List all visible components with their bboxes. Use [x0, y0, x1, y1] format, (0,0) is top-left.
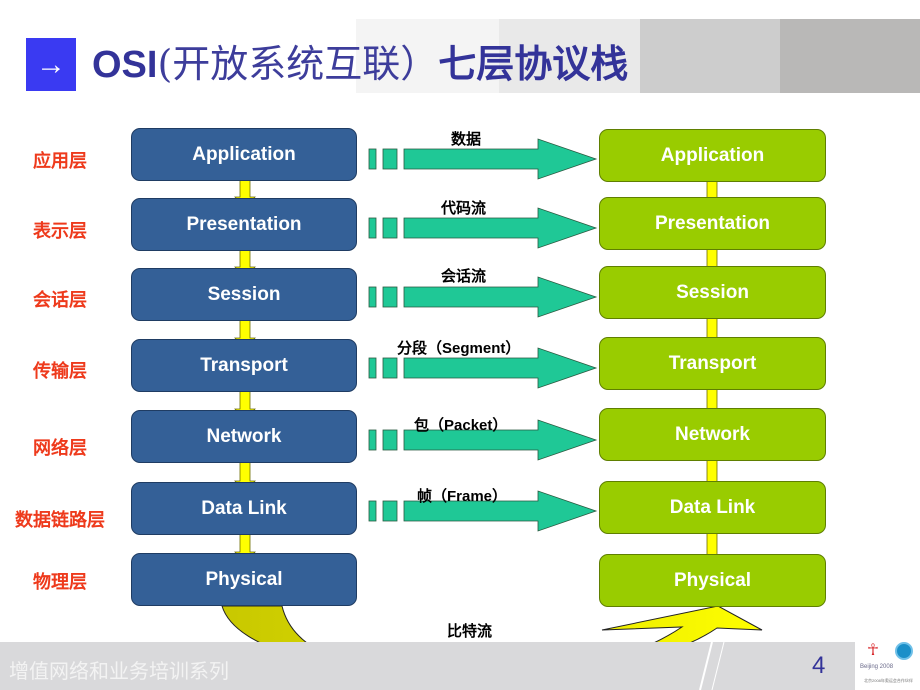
flow-dash: [382, 217, 398, 239]
flow-label-physical: 比特流: [447, 623, 493, 640]
flow-dash-small: [368, 357, 377, 379]
layer-label-network: 网络层: [33, 438, 87, 458]
sender-layer-network: Network: [131, 410, 357, 463]
flow-label-presentation: 代码流: [441, 200, 487, 217]
sender-layer-physical: Physical: [131, 553, 357, 606]
flow-label-datalink: 帧（Frame）: [417, 488, 508, 505]
flow-dash-small: [368, 148, 377, 170]
receiver-layer-application: Application: [599, 129, 826, 182]
flow-dash: [382, 148, 398, 170]
logo-caption: Beijing 2008: [860, 664, 894, 670]
flow-label-application: 数据: [451, 131, 482, 148]
flow-label-session: 会话流: [441, 268, 487, 285]
layer-label-presentation: 表示层: [33, 221, 87, 241]
sender-layer-datalink: Data Link: [131, 482, 357, 535]
beijing-2008-logo-icon: ☥: [867, 642, 879, 659]
sender-layer-session: Session: [131, 268, 357, 321]
receiver-layer-transport: Transport: [599, 337, 826, 390]
sender-layer-presentation: Presentation: [131, 198, 357, 251]
layer-label-session: 会话层: [33, 290, 87, 310]
flow-dash-small: [368, 286, 377, 308]
flow-dash: [382, 429, 398, 451]
flow-arrow: [403, 138, 598, 180]
flow-dash-small: [368, 500, 377, 522]
layer-label-application: 应用层: [33, 151, 87, 171]
layer-label-datalink: 数据链路层: [15, 510, 105, 530]
china-mobile-logo-icon: [895, 642, 913, 660]
sender-layer-application: Application: [131, 128, 357, 181]
flow-label-network: 包（Packet）: [414, 417, 508, 434]
receiver-layer-network: Network: [599, 408, 826, 461]
flow-arrow: [403, 207, 598, 249]
flow-label-transport: 分段（Segment）: [397, 340, 521, 357]
receiver-layer-datalink: Data Link: [599, 481, 826, 534]
flow-dash-small: [368, 217, 377, 239]
flow-dash: [382, 500, 398, 522]
flow-dash-small: [368, 429, 377, 451]
sender-layer-transport: Transport: [131, 339, 357, 392]
receiver-layer-session: Session: [599, 266, 826, 319]
footer-divider-lines: [699, 642, 725, 690]
flow-dash: [382, 357, 398, 379]
flow-dash: [382, 286, 398, 308]
layer-label-transport: 传输层: [33, 361, 87, 381]
layer-label-physical: 物理层: [33, 572, 87, 592]
logo-partner-caption: 北京2008年奥运会合作伙伴: [864, 678, 913, 683]
flow-arrow: [403, 276, 598, 318]
page-number: 4: [812, 652, 826, 679]
receiver-layer-presentation: Presentation: [599, 197, 826, 250]
receiver-layer-physical: Physical: [599, 554, 826, 607]
footer-series-title: 增值网络和业务培训系列: [9, 661, 229, 683]
